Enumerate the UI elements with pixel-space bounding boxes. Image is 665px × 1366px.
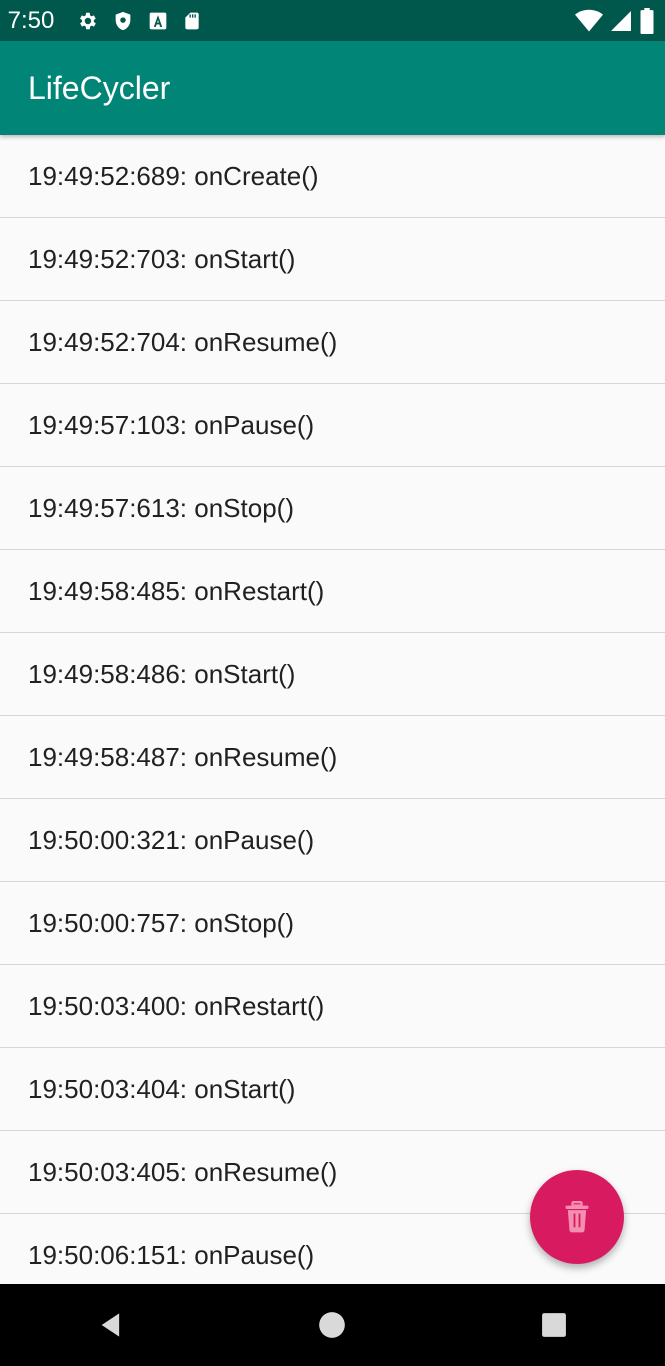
status-notification-icons — [76, 10, 202, 32]
back-icon — [101, 1313, 119, 1337]
signal-icon — [611, 10, 631, 31]
list-item: 19:50:03:404: onStart() — [0, 1048, 665, 1131]
log-entry-text: 19:50:06:151: onPause() — [28, 1239, 315, 1270]
log-entry-text: 19:50:03:405: onResume() — [28, 1156, 338, 1187]
log-entry-text: 19:49:58:486: onStart() — [28, 658, 296, 689]
clear-log-fab[interactable] — [530, 1170, 624, 1264]
battery-icon — [640, 7, 654, 34]
list-item: 19:49:52:689: onCreate() — [0, 135, 665, 218]
log-entry-text: 19:50:03:400: onRestart() — [28, 990, 325, 1021]
list-item: 19:49:58:487: onResume() — [0, 716, 665, 799]
nav-home-button[interactable] — [292, 1295, 372, 1355]
gear-icon — [80, 12, 96, 29]
home-icon — [319, 1312, 346, 1338]
log-entry-text: 19:50:00:321: onPause() — [28, 824, 315, 855]
list-item: 19:49:58:485: onRestart() — [0, 550, 665, 633]
app-title: LifeCycler — [28, 69, 171, 106]
status-system-icons — [575, 7, 655, 34]
log-entry-text: 19:50:00:757: onStop() — [28, 907, 294, 938]
status-time: 7:50 — [7, 6, 55, 34]
log-entry-text: 19:49:57:103: onPause() — [28, 409, 315, 440]
app-bar: LifeCycler — [0, 41, 665, 135]
list-item: 19:49:57:103: onPause() — [0, 384, 665, 467]
recents-icon — [542, 1313, 567, 1337]
log-entry-text: 19:49:57:613: onStop() — [28, 492, 294, 523]
nav-back-button[interactable] — [71, 1295, 151, 1355]
lifecycle-log-list[interactable]: 19:49:52:689: onCreate() 19:49:52:703: on… — [0, 135, 665, 1284]
log-entry-text: 19:49:58:487: onResume() — [28, 741, 338, 772]
shield-icon — [115, 11, 131, 30]
log-entry-text: 19:49:58:485: onRestart() — [28, 575, 325, 606]
log-entry-text: 19:49:52:689: onCreate() — [28, 160, 319, 191]
list-item: 19:50:03:400: onRestart() — [0, 965, 665, 1048]
list-item: 19:50:00:757: onStop() — [0, 882, 665, 965]
sd-card-icon — [185, 12, 199, 29]
nav-recents-button[interactable] — [514, 1295, 594, 1355]
navigation-bar — [0, 1284, 665, 1366]
list-item: 19:49:58:486: onStart() — [0, 633, 665, 716]
log-entry-text: 19:49:52:704: onResume() — [28, 326, 338, 357]
trash-icon — [565, 1201, 589, 1233]
wifi-icon — [575, 9, 603, 32]
list-item: 19:50:00:321: onPause() — [0, 799, 665, 882]
a-square-icon — [149, 12, 167, 29]
log-entry-text: 19:49:52:703: onStart() — [28, 243, 296, 274]
log-entry-text: 19:50:03:404: onStart() — [28, 1073, 296, 1104]
status-bar: 7:50 — [0, 0, 665, 41]
list-item: 19:49:52:703: onStart() — [0, 218, 665, 301]
list-item: 19:49:52:704: onResume() — [0, 301, 665, 384]
list-item: 19:49:57:613: onStop() — [0, 467, 665, 550]
